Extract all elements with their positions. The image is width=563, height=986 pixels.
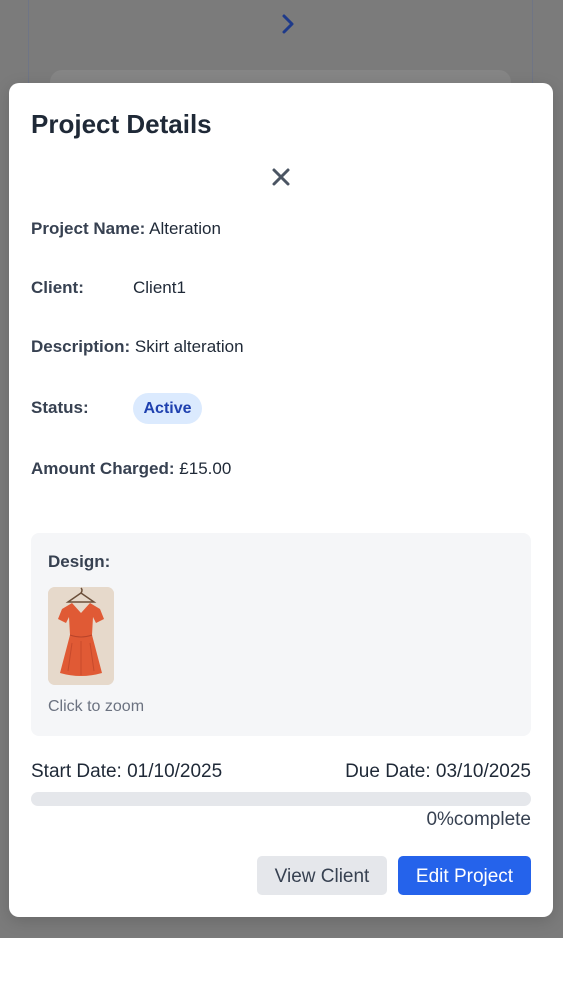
description-value: Skirt alteration	[134, 337, 244, 356]
status-label: Status:	[31, 398, 89, 417]
amount-row: Amount Charged: £15.00	[31, 459, 231, 479]
project-details-modal: Project Details Project Name: Alteration…	[9, 83, 553, 917]
client-value: Client1	[133, 278, 186, 297]
design-section: Design: Click to zoom	[31, 533, 531, 736]
edit-project-button[interactable]: Edit Project	[398, 856, 531, 895]
status-row: Status:	[31, 398, 89, 418]
chevron-right-icon	[281, 12, 301, 40]
modal-title: Project Details	[31, 109, 212, 139]
project-name-row: Project Name: Alteration	[31, 219, 221, 239]
due-date: Due Date: 03/10/2025	[345, 761, 531, 782]
description-row: Description: Skirt alteration	[31, 337, 244, 357]
view-client-button[interactable]: View Client	[257, 856, 387, 895]
zoom-hint: Click to zoom	[48, 698, 145, 715]
status-badge: Active	[133, 393, 202, 424]
description-label: Description:	[31, 337, 131, 356]
client-label: Client:	[31, 278, 84, 297]
progress-bar	[31, 792, 531, 806]
project-name-label: Project Name:	[31, 219, 146, 238]
close-icon[interactable]	[269, 165, 293, 189]
amount-value: £15.00	[179, 459, 232, 478]
progress-text: 0%complete	[426, 809, 531, 830]
amount-label: Amount Charged:	[31, 459, 175, 478]
client-row: Client: Client1	[31, 278, 331, 298]
design-thumbnail[interactable]	[48, 587, 114, 685]
start-date: Start Date: 01/10/2025	[31, 761, 223, 782]
project-name-value: Alteration	[149, 219, 221, 238]
design-label: Design:	[48, 552, 111, 571]
